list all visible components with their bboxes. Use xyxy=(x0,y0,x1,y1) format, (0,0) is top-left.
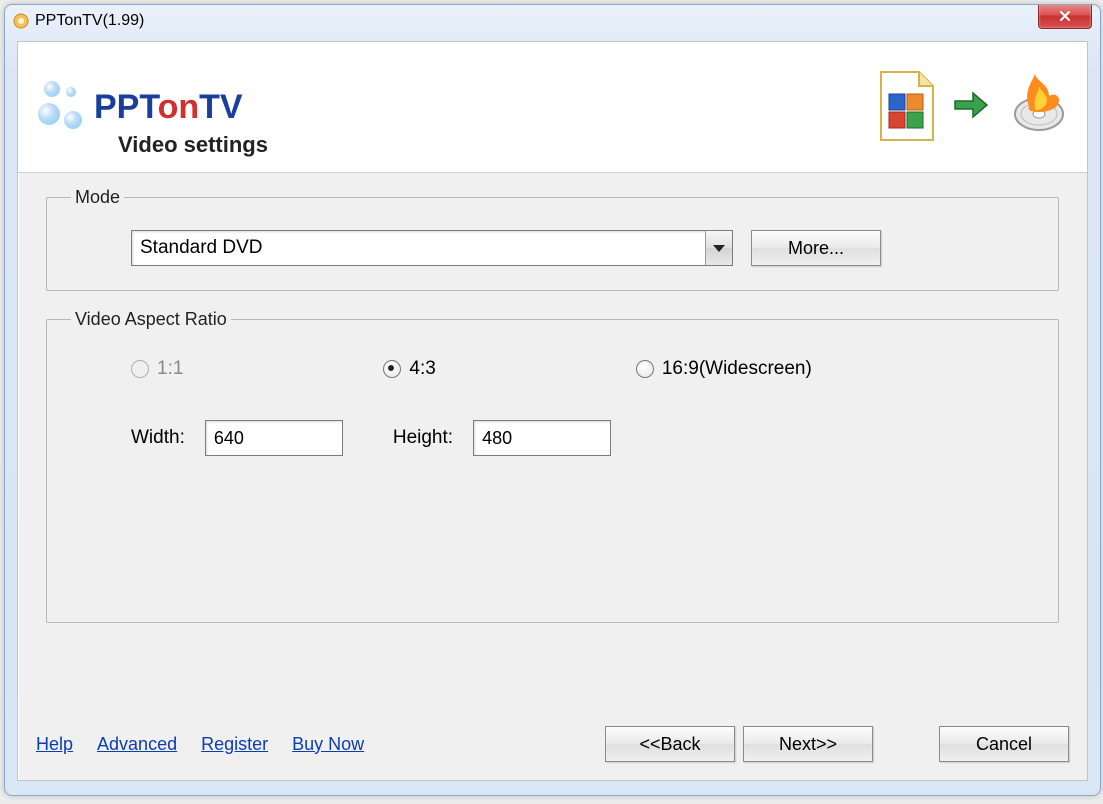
aspect-ratio-group: Video Aspect Ratio 1:1 4:3 16:9(Widescre… xyxy=(46,309,1059,623)
client-area: PPTonTV Video settings xyxy=(17,41,1088,781)
burn-disc-icon xyxy=(1005,70,1067,144)
powerpoint-file-icon xyxy=(875,70,937,144)
header-band: PPTonTV Video settings xyxy=(18,42,1087,173)
aspect-option-label: 4:3 xyxy=(409,358,435,380)
aspect-option-label: 1:1 xyxy=(157,358,183,380)
content-area: Mode Standard DVD More... Video Aspect R… xyxy=(18,173,1087,623)
advanced-link[interactable]: Advanced xyxy=(97,734,177,755)
close-icon xyxy=(1058,9,1072,23)
app-window: PPTonTV(1.99) PPTonTV Video settings xyxy=(4,4,1101,796)
cancel-button[interactable]: Cancel xyxy=(939,726,1069,762)
back-button[interactable]: <<Back xyxy=(605,726,735,762)
nav-buttons: <<Back Next>> Cancel xyxy=(605,726,1069,762)
footer-links: Help Advanced Register Buy Now xyxy=(36,734,364,755)
arrow-right-icon xyxy=(953,90,989,125)
width-input[interactable] xyxy=(205,420,343,456)
mode-group: Mode Standard DVD More... xyxy=(46,187,1059,291)
mode-combobox[interactable]: Standard DVD xyxy=(131,230,733,266)
close-button[interactable] xyxy=(1038,4,1092,29)
radio-icon xyxy=(131,360,149,378)
height-label: Height: xyxy=(393,427,453,449)
width-label: Width: xyxy=(131,427,185,449)
logo-on: on xyxy=(158,88,200,126)
logo-ppt: PPT xyxy=(94,88,158,126)
logo-tv: TV xyxy=(199,88,242,126)
aspect-option-4-3[interactable]: 4:3 xyxy=(383,358,435,380)
help-link[interactable]: Help xyxy=(36,734,73,755)
app-icon xyxy=(13,13,29,29)
page-subtitle: Video settings xyxy=(118,132,268,158)
height-input[interactable] xyxy=(473,420,611,456)
aspect-option-16-9[interactable]: 16:9(Widescreen) xyxy=(636,358,812,380)
radio-icon xyxy=(383,360,401,378)
aspect-legend: Video Aspect Ratio xyxy=(71,309,231,330)
aspect-option-1-1: 1:1 xyxy=(131,358,183,380)
window-title: PPTonTV(1.99) xyxy=(35,12,144,30)
more-button[interactable]: More... xyxy=(751,230,881,266)
logo-area: PPTonTV xyxy=(38,77,243,137)
header-icons xyxy=(875,70,1067,144)
bottom-bar: Help Advanced Register Buy Now <<Back Ne… xyxy=(36,726,1069,762)
mode-selected-value: Standard DVD xyxy=(132,237,705,259)
app-name: PPTonTV xyxy=(94,88,243,127)
mode-legend: Mode xyxy=(71,187,124,208)
bubbles-icon xyxy=(38,77,88,137)
register-link[interactable]: Register xyxy=(201,734,268,755)
radio-icon xyxy=(636,360,654,378)
titlebar[interactable]: PPTonTV(1.99) xyxy=(5,5,1100,37)
buy-now-link[interactable]: Buy Now xyxy=(292,734,364,755)
aspect-option-label: 16:9(Widescreen) xyxy=(662,358,812,380)
next-button[interactable]: Next>> xyxy=(743,726,873,762)
chevron-down-icon[interactable] xyxy=(705,231,732,265)
